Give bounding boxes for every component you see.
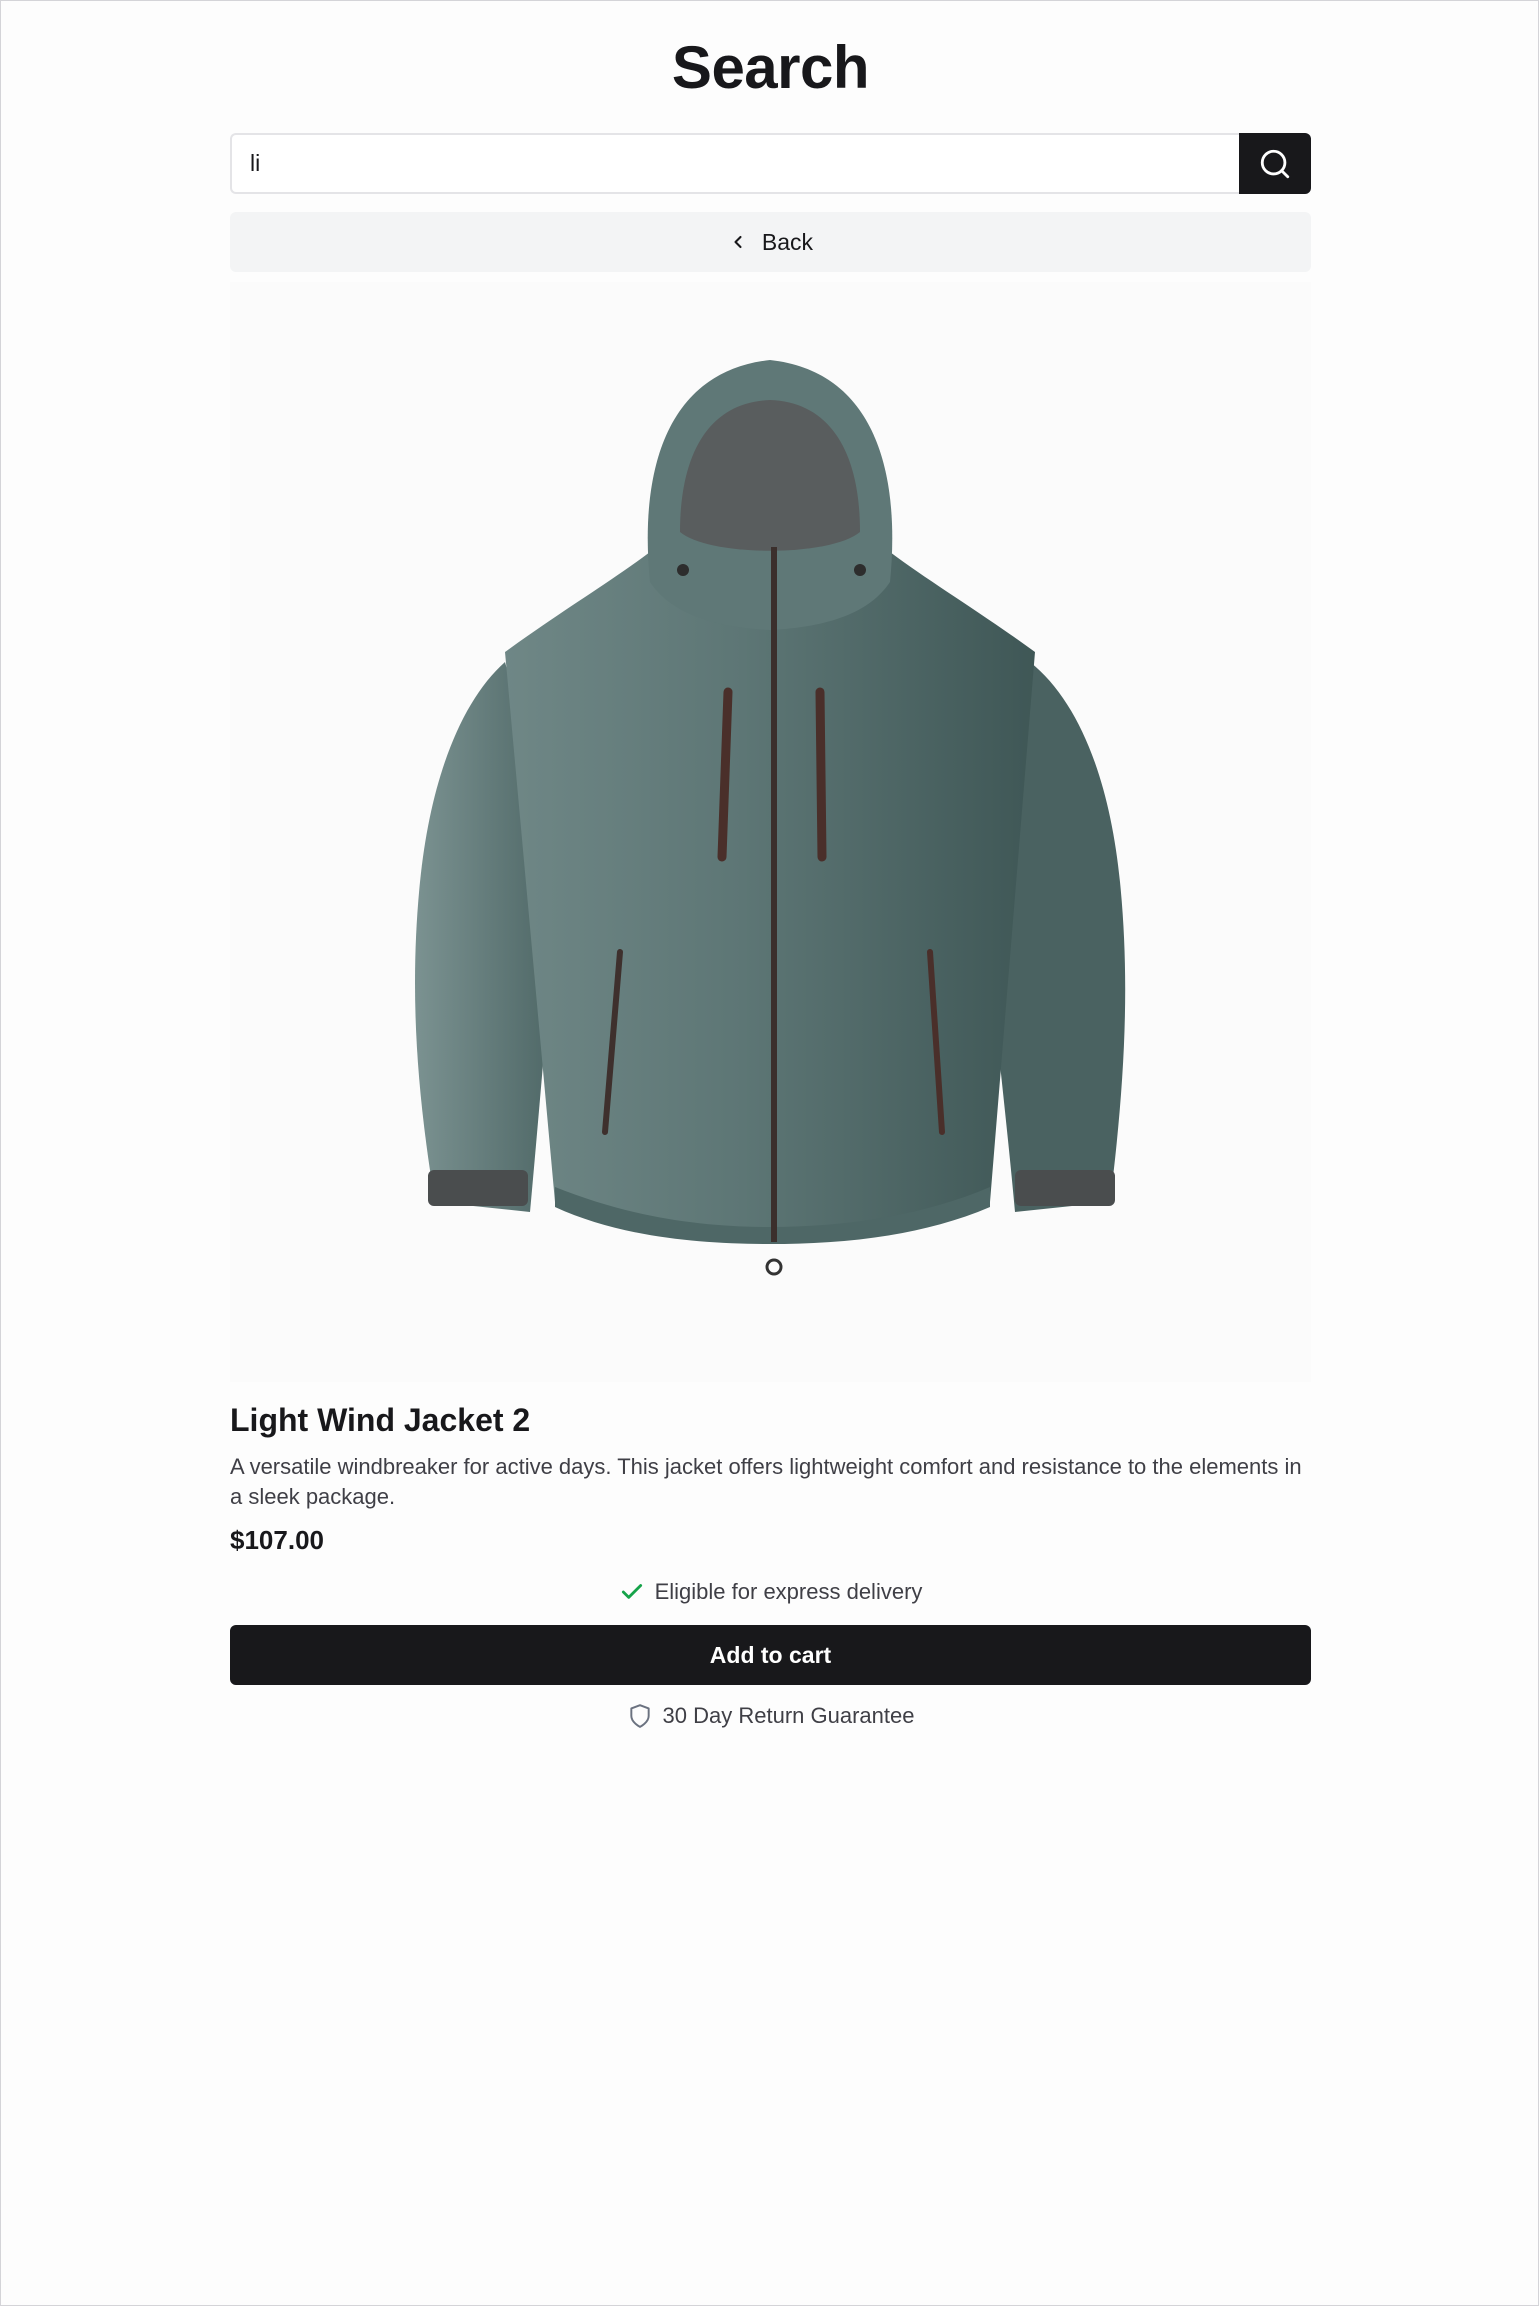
chevron-left-icon (734, 235, 742, 249)
check-icon (621, 1584, 642, 1599)
return-guarantee: 30 Day Return Guarantee (230, 1700, 1311, 1732)
delivery-text: Eligible for express delivery (654, 1579, 923, 1604)
add-to-cart-button[interactable]: Add to cart (230, 1625, 1311, 1685)
search-button[interactable] (1239, 133, 1311, 194)
jacket-image (415, 360, 1126, 1276)
page-container: Search Back (230, 1, 1311, 1732)
page-title: Search (671, 34, 870, 101)
search-bar (230, 133, 1311, 194)
product-price: $107.00 (230, 1525, 324, 1555)
back-button-label: Back (761, 228, 814, 255)
delivery-eligibility: Eligible for express delivery (230, 1576, 1311, 1608)
product-image (230, 282, 1311, 1382)
back-button[interactable]: Back (230, 212, 1311, 272)
search-icon (1260, 149, 1290, 178)
guarantee-text: 30 Day Return Guarantee (662, 1703, 915, 1728)
search-input[interactable] (230, 133, 1239, 194)
product-name: Light Wind Jacket 2 (230, 1402, 531, 1438)
shield-icon (629, 1704, 650, 1728)
product-description: A versatile windbreaker for active days.… (230, 1454, 1302, 1509)
